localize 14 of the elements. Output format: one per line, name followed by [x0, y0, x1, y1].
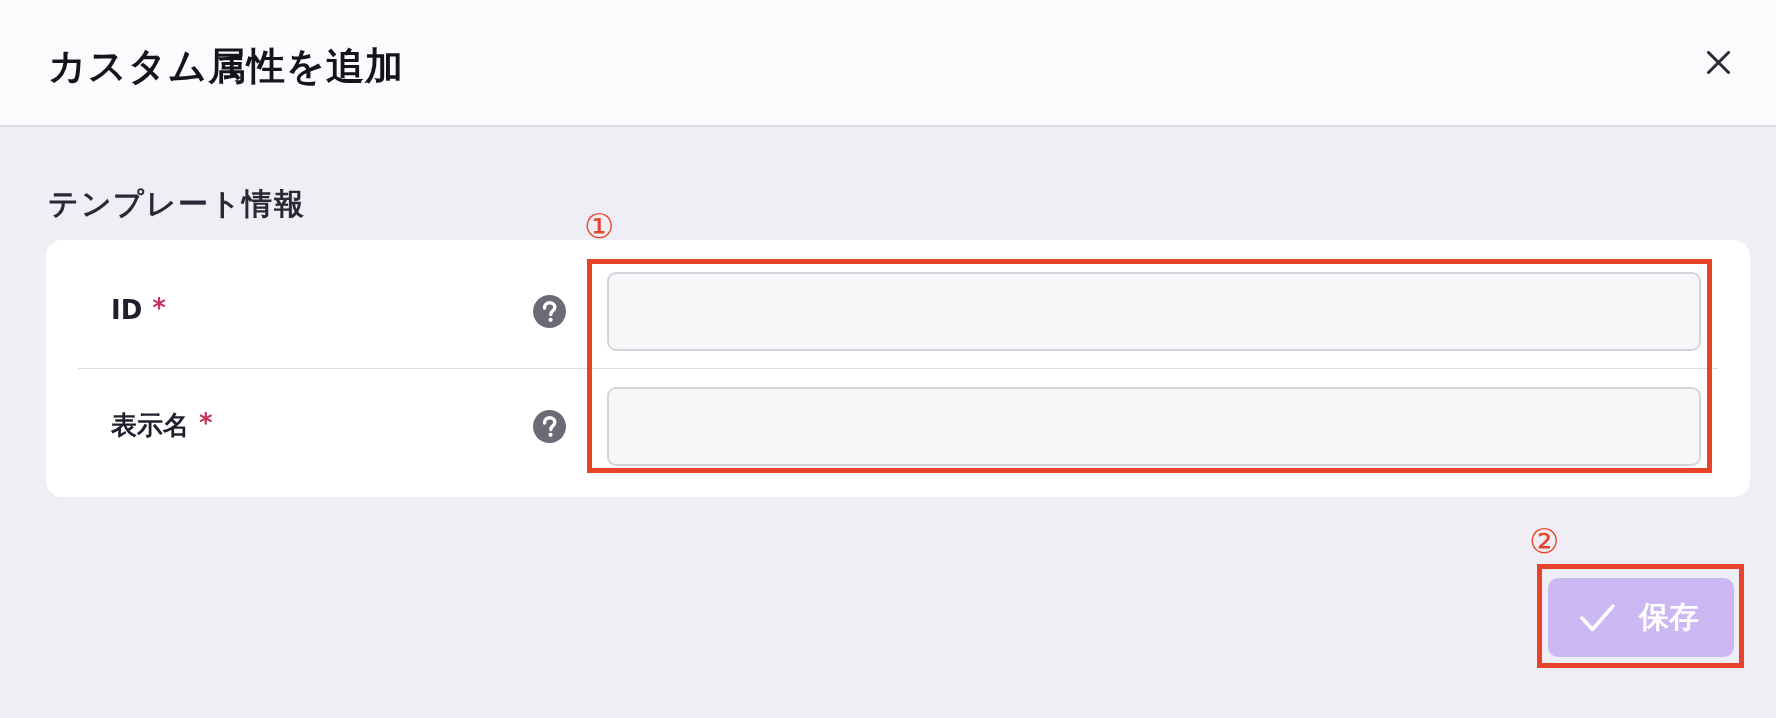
required-mark: *	[199, 410, 213, 437]
check-icon	[1580, 603, 1615, 632]
section-title: テンプレート情報	[48, 187, 305, 221]
required-mark: *	[152, 295, 166, 322]
annotation-number: ①	[584, 209, 615, 243]
dialog-title: カスタム属性を追加	[48, 44, 404, 90]
help-icon[interactable]	[533, 294, 566, 328]
field-label: 表示名	[111, 410, 189, 442]
input-field[interactable]	[607, 271, 1701, 351]
input-field[interactable]	[607, 386, 1701, 466]
close-icon[interactable]	[1707, 51, 1730, 74]
field-label: ID	[111, 295, 143, 327]
help-icon[interactable]	[533, 409, 566, 443]
annotation-number: ②	[1529, 524, 1560, 558]
